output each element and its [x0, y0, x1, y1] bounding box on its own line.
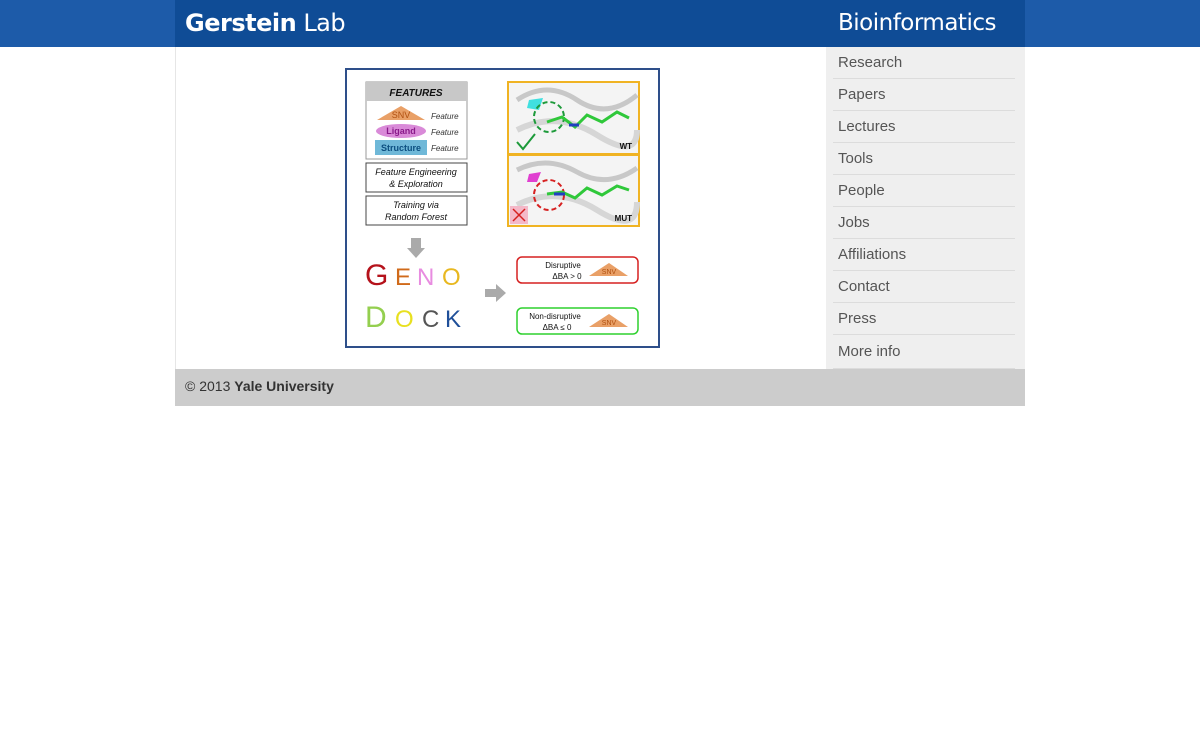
train-line2: Random Forest — [385, 212, 448, 222]
feature-word-1: Feature — [431, 112, 459, 121]
dock-d: D — [365, 301, 387, 334]
features-box: FEATURES SNV Feature Ligand Feature Stru… — [365, 81, 468, 160]
sidebar-item-press[interactable]: Press — [833, 303, 1015, 335]
section-title[interactable]: Bioinformatics — [838, 8, 996, 38]
page-container: Gerstein Lab Bioinformatics FEATURES SNV… — [175, 0, 1025, 406]
fe-line1: Feature Engineering — [375, 167, 457, 177]
snv-label: SNV — [392, 110, 411, 120]
nondisruptive-ba: ΔBA ≤ 0 — [543, 323, 572, 332]
sidebar-item-contact[interactable]: Contact — [833, 271, 1015, 303]
structure-label: Structure — [381, 143, 421, 153]
sidebar-item-papers[interactable]: Papers — [833, 79, 1015, 111]
dock-k: K — [445, 306, 461, 333]
dock-o: O — [395, 306, 414, 333]
mut-panel: MUT — [507, 154, 640, 227]
down-arrow-icon — [407, 238, 425, 258]
right-arrow-icon — [485, 284, 506, 302]
main-content: FEATURES SNV Feature Ligand Feature Stru… — [175, 47, 827, 369]
features-title: FEATURES — [389, 88, 442, 99]
sidebar-item-people[interactable]: People — [833, 175, 1015, 207]
disruptive-box: Disruptive ΔBA > 0 SNV — [516, 256, 639, 284]
site-footer: © 2013 Yale University — [175, 369, 1025, 406]
copyright-text: © 2013 — [185, 378, 231, 394]
dock-c: C — [422, 306, 439, 333]
feature-word-2: Feature — [431, 128, 459, 137]
geno-g: G — [365, 259, 388, 292]
site-header: Gerstein Lab Bioinformatics — [175, 0, 1025, 47]
sidebar-item-jobs[interactable]: Jobs — [833, 207, 1015, 239]
sidebar-item-tools[interactable]: Tools — [833, 143, 1015, 175]
ligand-label: Ligand — [386, 126, 416, 136]
fe-line2: & Exploration — [389, 179, 443, 189]
wt-panel: WT — [507, 81, 640, 155]
sidebar-item-research[interactable]: Research — [833, 47, 1015, 79]
mut-label: MUT — [615, 214, 632, 223]
feature-word-3: Feature — [431, 144, 459, 153]
sidebar-item-affiliations[interactable]: Affiliations — [833, 239, 1015, 271]
header-bar-left — [0, 0, 175, 47]
disruptive-ba: ΔBA > 0 — [552, 272, 582, 281]
wt-label: WT — [620, 142, 633, 151]
site-title-link[interactable]: Gerstein Lab — [185, 8, 346, 38]
nondisruptive-snv: SNV — [602, 320, 617, 327]
geno-o: O — [442, 264, 461, 291]
sidebar-item-more-info[interactable]: More info — [833, 335, 1015, 369]
nondisruptive-label: Non-disruptive — [529, 312, 581, 321]
sidebar-item-lectures[interactable]: Lectures — [833, 111, 1015, 143]
non-disruptive-box: Non-disruptive ΔBA ≤ 0 SNV — [516, 307, 639, 335]
disruptive-label: Disruptive — [545, 261, 581, 270]
geno-e: E — [395, 264, 411, 291]
footer-org-name: Yale University — [234, 378, 334, 394]
site-title-bold: Gerstein — [185, 9, 297, 37]
header-bar-right — [1025, 0, 1200, 47]
train-line1: Training via — [393, 200, 439, 210]
genodock-figure: FEATURES SNV Feature Ligand Feature Stru… — [345, 68, 660, 348]
sidebar-nav: Research Papers Lectures Tools People Jo… — [826, 47, 1025, 369]
disruptive-snv: SNV — [602, 269, 617, 276]
geno-n: N — [417, 264, 434, 291]
site-title-light: Lab — [303, 9, 346, 37]
footer-copyright: © 2013 Yale University — [185, 378, 334, 394]
